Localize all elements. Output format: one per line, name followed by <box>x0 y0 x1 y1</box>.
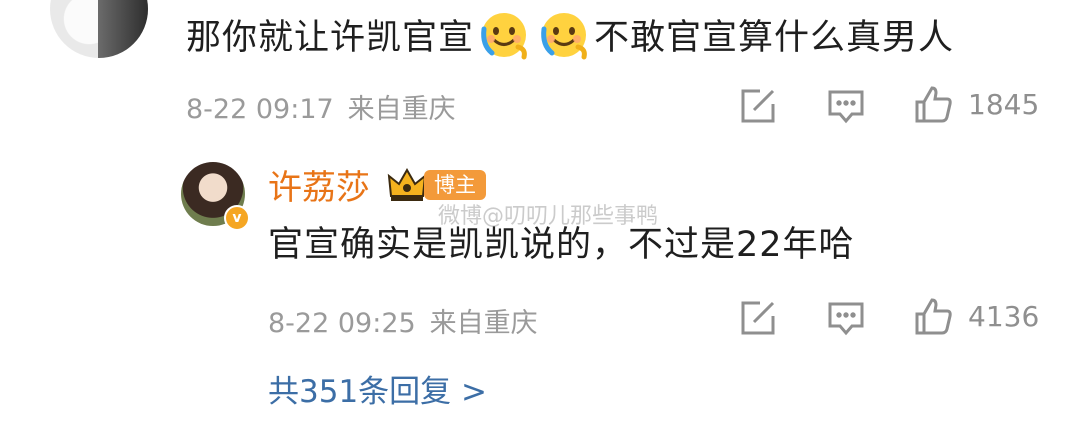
like-icon[interactable] <box>913 296 953 336</box>
comment-icon[interactable] <box>826 298 866 338</box>
reply-text: 官宣确实是凯凯说的，不过是22年哈 <box>268 225 855 265</box>
commenter-avatar[interactable] <box>50 0 148 58</box>
more-replies-link[interactable]: 共351条回复 > <box>268 366 487 411</box>
comment-like-count: 1845 <box>968 88 1040 121</box>
reply-meta: 8-22 09:25 来自重庆 <box>268 301 538 340</box>
reply-date: 8-22 09:25 <box>268 308 416 339</box>
comment-source: 来自重庆 <box>347 94 456 125</box>
comment-text: 那你就让许凯官宣 不敢官宣算什么真男人 <box>186 9 954 61</box>
reply-like-count: 4136 <box>968 300 1040 333</box>
comment-icon[interactable] <box>826 86 866 126</box>
comment-date: 8-22 09:17 <box>186 94 334 125</box>
smile-emoji-icon <box>541 13 587 60</box>
comment-text-part1: 那你就让许凯官宣 <box>186 18 475 58</box>
share-icon[interactable] <box>738 86 778 126</box>
crown-icon <box>387 167 427 201</box>
reply-author-name[interactable]: 许荔莎 <box>268 160 370 209</box>
owner-badge: 博主 <box>424 170 486 200</box>
smile-emoji-icon <box>481 13 527 60</box>
share-icon[interactable] <box>738 298 778 338</box>
comment-text-part2: 不敢官宣算什么真男人 <box>594 18 955 58</box>
like-icon[interactable] <box>913 84 953 124</box>
reply-source: 来自重庆 <box>429 308 538 339</box>
verified-badge: v <box>224 205 250 231</box>
comment-meta: 8-22 09:17 来自重庆 <box>186 87 456 126</box>
